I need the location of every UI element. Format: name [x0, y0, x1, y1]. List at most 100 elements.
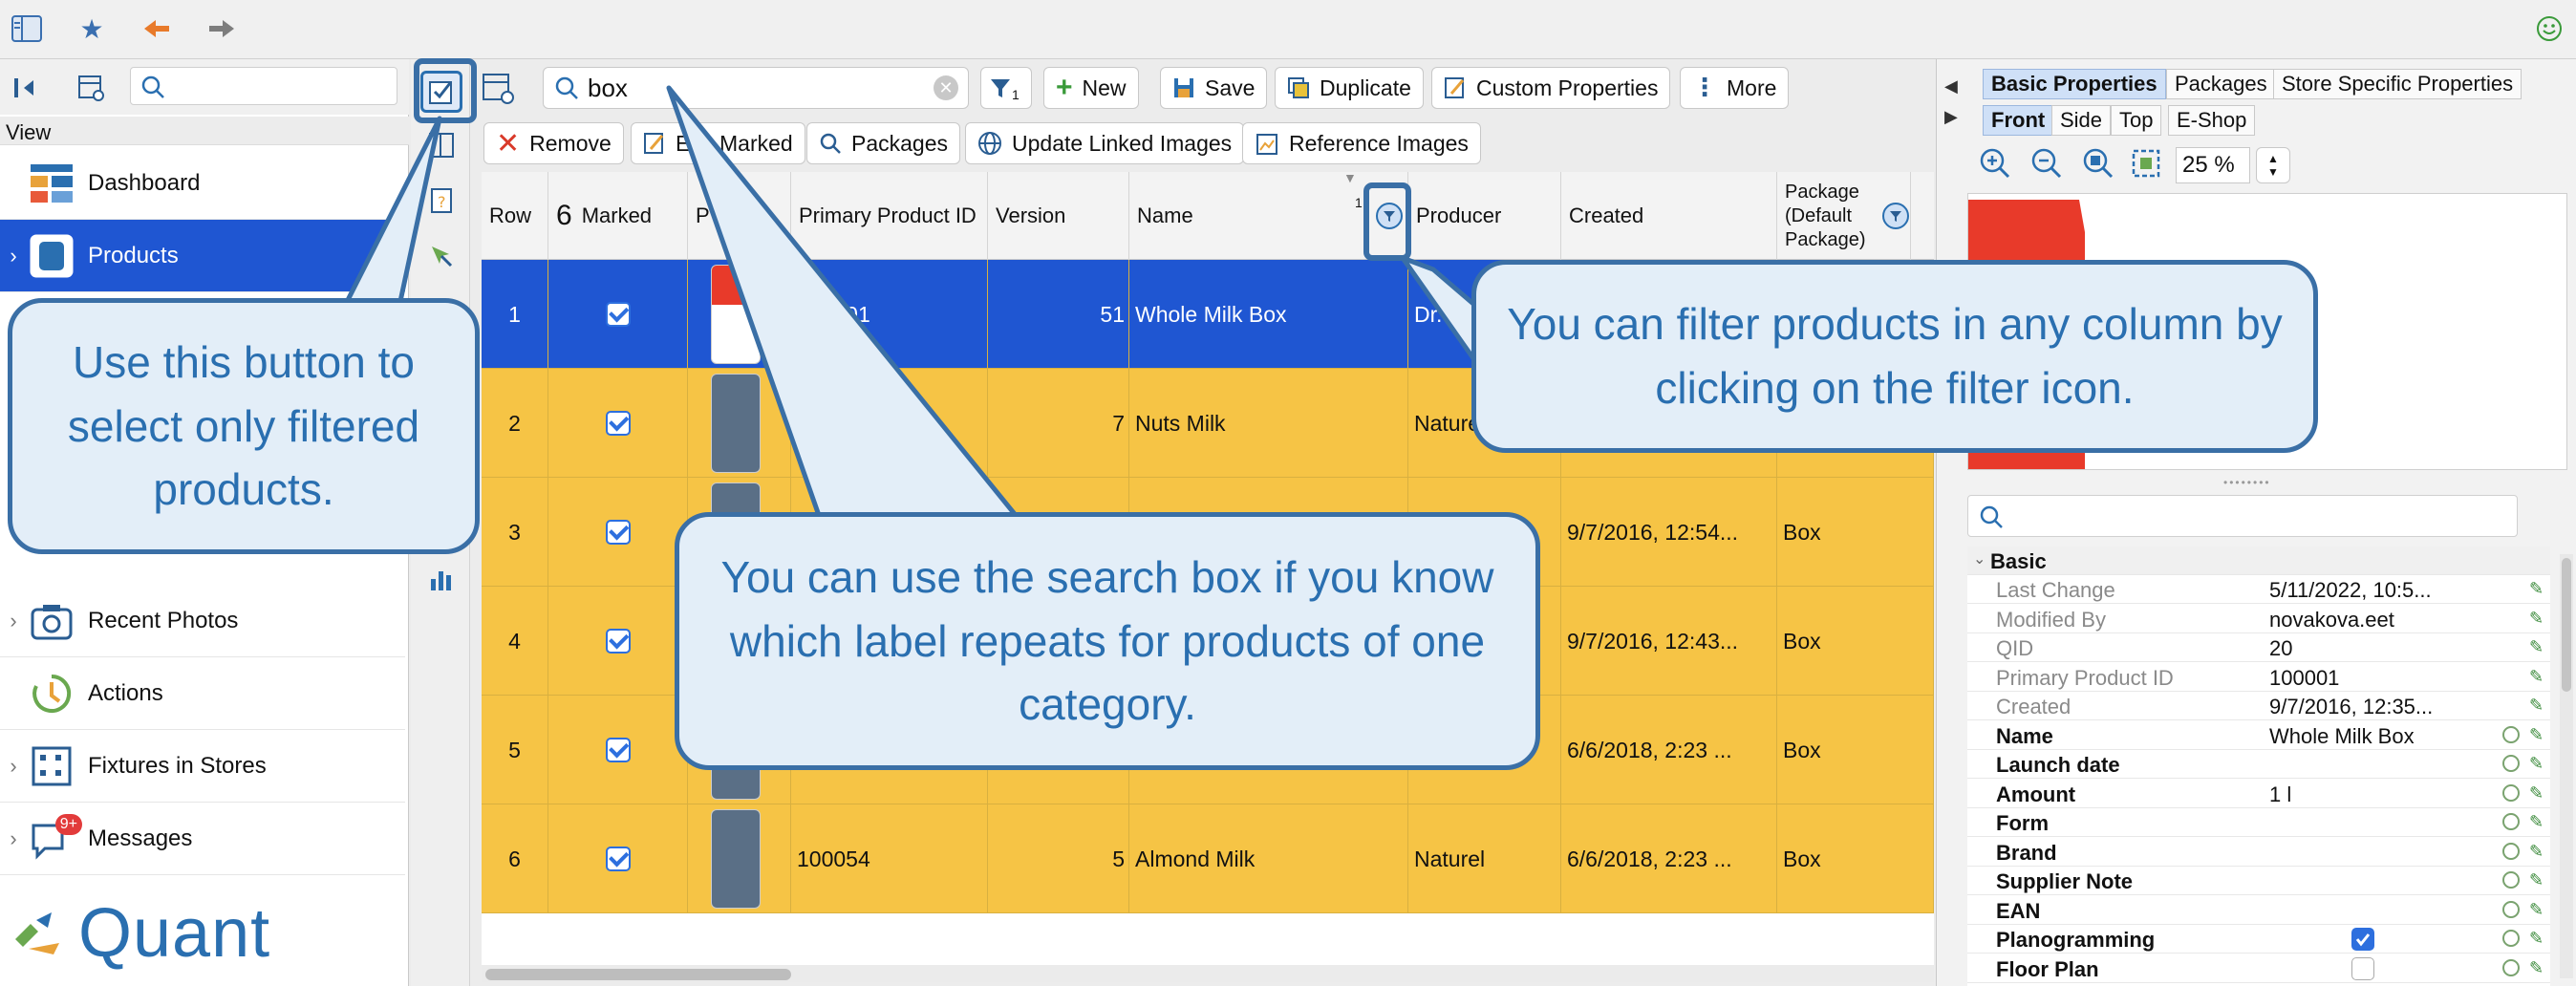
zoom-stepper[interactable]: ▲ ▼ — [2256, 147, 2290, 183]
table-row[interactable]: 6 100054 5 Almond Milk Naturel 6/6/2018, 2:23… — [482, 804, 1934, 913]
back-arrow-icon[interactable] — [140, 11, 174, 46]
tab-front[interactable]: Front — [1983, 105, 2054, 136]
property-row[interactable]: Form ✎ — [1967, 808, 2550, 837]
edit-link-icon[interactable]: ✎ — [2529, 929, 2548, 948]
edit-link-icon[interactable]: ✎ — [2529, 609, 2548, 628]
chevron-right-icon[interactable]: › — [0, 609, 27, 633]
grid-settings-icon[interactable] — [482, 73, 516, 107]
bar-chart-icon[interactable] — [422, 560, 461, 598]
marked-checkbox[interactable] — [605, 302, 631, 327]
sync-icon[interactable] — [2502, 755, 2520, 772]
column-header-name[interactable]: Name 1 ▼ — [1129, 172, 1408, 260]
edit-link-icon[interactable]: ✎ — [2529, 725, 2548, 744]
tab-basic-properties[interactable]: Basic Properties — [1983, 69, 2166, 99]
property-value[interactable]: 20 — [2269, 636, 2489, 661]
expand-right-icon[interactable]: ▶ — [1944, 107, 1958, 127]
property-value[interactable]: 5/11/2022, 10:5... — [2269, 578, 2489, 603]
property-row[interactable]: Last Change 5/11/2022, 10:5... ✎ — [1967, 575, 2550, 604]
property-value[interactable]: 100001 — [2269, 666, 2489, 691]
tab-top[interactable]: Top — [2111, 105, 2162, 136]
property-row[interactable]: EAN ✎ — [1967, 896, 2550, 925]
properties-scrollbar[interactable] — [2560, 554, 2573, 978]
property-row[interactable]: Planogramming ✎ — [1967, 925, 2550, 954]
edit-link-icon[interactable]: ✎ — [2529, 812, 2548, 831]
property-value[interactable]: novakova.eet — [2269, 608, 2489, 632]
sidebar-item-fixtures[interactable]: › Fixtures in Stores — [0, 730, 405, 803]
property-checkbox[interactable] — [2351, 928, 2374, 951]
edit-link-icon[interactable]: ✎ — [2529, 579, 2548, 598]
product-search-input[interactable]: box ✕ — [543, 67, 969, 109]
sidebar-search-input[interactable] — [130, 67, 397, 105]
collapse-panel-icon[interactable] — [8, 69, 46, 107]
property-row[interactable]: Modified By novakova.eet ✎ — [1967, 605, 2550, 633]
new-button[interactable]: + New — [1043, 67, 1139, 109]
property-row[interactable]: Floor Plan ✎ — [1967, 954, 2550, 983]
select-filtered-button[interactable] — [420, 71, 462, 113]
marked-checkbox[interactable] — [605, 738, 631, 762]
property-value[interactable]: 1 l — [2269, 782, 2489, 807]
column-header-created[interactable]: Created — [1561, 172, 1777, 260]
edit-link-icon[interactable]: ✎ — [2529, 783, 2548, 803]
tab-packages[interactable]: Packages — [2166, 69, 2276, 99]
sync-icon[interactable] — [2502, 930, 2520, 947]
chevron-right-icon[interactable]: › — [0, 244, 27, 268]
sync-icon[interactable] — [2502, 958, 2520, 976]
marked-checkbox[interactable] — [605, 629, 631, 654]
property-row[interactable]: Supplier Note ✎ — [1967, 867, 2550, 895]
properties-search-input[interactable] — [1967, 495, 2518, 537]
zoom-level-input[interactable]: 25 % — [2176, 147, 2250, 183]
edit-link-icon[interactable]: ✎ — [2529, 696, 2548, 715]
column-header-row[interactable]: Row — [482, 172, 548, 260]
clear-search-icon[interactable]: ✕ — [934, 75, 958, 100]
edit-link-icon[interactable]: ✎ — [2529, 958, 2548, 977]
cell-marked[interactable] — [548, 478, 688, 587]
property-row[interactable]: Created 9/7/2016, 12:35... ✎ — [1967, 692, 2550, 720]
tab-side[interactable]: Side — [2051, 105, 2112, 136]
sync-icon[interactable] — [2502, 900, 2520, 918]
chevron-down-icon[interactable]: ▼ — [2267, 165, 2279, 179]
horizontal-scrollbar[interactable] — [482, 965, 1934, 982]
property-checkbox[interactable] — [2351, 956, 2374, 980]
view-settings-icon[interactable] — [73, 69, 111, 107]
edit-link-icon[interactable]: ✎ — [2529, 900, 2548, 919]
chevron-up-icon[interactable]: ▲ — [2267, 152, 2279, 165]
tab-store-specific-properties[interactable]: Store Specific Properties — [2273, 69, 2522, 99]
sidebar-item-products[interactable]: › Products — [0, 220, 405, 292]
property-row[interactable]: Launch date ✎ — [1967, 750, 2550, 779]
custom-properties-button[interactable]: Custom Properties — [1431, 67, 1671, 109]
column-header-producer[interactable]: Producer — [1408, 172, 1561, 260]
sidebar-item-dashboard[interactable]: Dashboard — [0, 147, 405, 220]
sync-icon[interactable] — [2502, 725, 2520, 743]
edit-link-icon[interactable]: ✎ — [2529, 667, 2548, 686]
filter-icon[interactable] — [1882, 203, 1909, 229]
columns-icon[interactable] — [422, 126, 461, 164]
save-button[interactable]: Save — [1160, 67, 1268, 109]
column-header-version[interactable]: Version — [988, 172, 1129, 260]
edit-marked-button[interactable]: Edit Marked — [631, 122, 805, 164]
sidebar-item-messages[interactable]: › 9+ Messages — [0, 803, 405, 875]
property-value[interactable]: 9/7/2016, 12:35... — [2269, 695, 2489, 719]
tab-e-shop[interactable]: E-Shop — [2168, 105, 2256, 136]
marked-checkbox[interactable] — [605, 411, 631, 436]
splitter-handle[interactable]: •••••••• — [2223, 476, 2271, 489]
marked-checkbox[interactable] — [605, 847, 631, 871]
sidebar-item-recent-photos[interactable]: › Recent Photos — [0, 585, 405, 657]
packages-button[interactable]: Packages — [806, 122, 961, 164]
zoom-out-icon[interactable] — [2030, 147, 2065, 182]
sync-icon[interactable] — [2502, 813, 2520, 830]
reference-images-button[interactable]: Reference Images — [1242, 122, 1481, 164]
property-row[interactable]: QID 20 ✎ — [1967, 633, 2550, 662]
column-header-primary-product-id[interactable]: Primary Product ID — [791, 172, 988, 260]
sidebar-toggle-icon[interactable] — [10, 11, 44, 46]
edit-link-icon[interactable]: ✎ — [2529, 842, 2548, 861]
filter-button[interactable]: 1 — [980, 67, 1032, 109]
cell-marked[interactable] — [548, 696, 688, 804]
property-row[interactable]: Brand ✎ — [1967, 838, 2550, 867]
help-icon[interactable]: ? — [422, 182, 461, 220]
smiley-icon[interactable] — [2532, 11, 2566, 46]
more-button[interactable]: ⋮ More — [1680, 67, 1790, 109]
column-header-marked[interactable]: 6 Marked — [548, 172, 688, 260]
property-row[interactable]: Amount 1 l ✎ — [1967, 780, 2550, 808]
cell-marked[interactable] — [548, 260, 688, 369]
chevron-down-icon[interactable]: ⌄ — [1973, 549, 1986, 568]
